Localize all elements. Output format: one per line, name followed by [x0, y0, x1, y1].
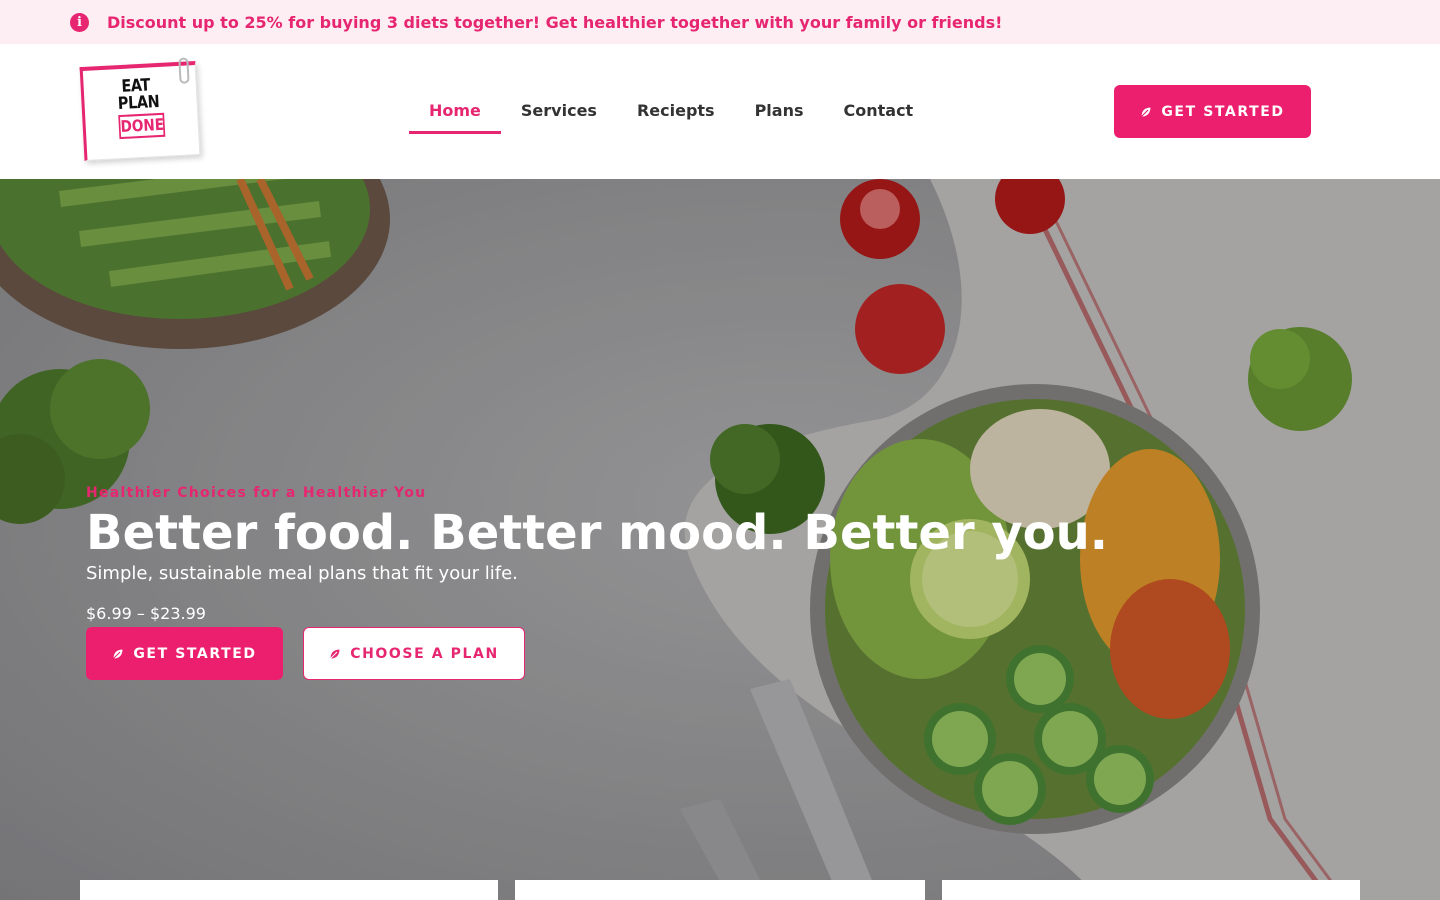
choose-plan-button[interactable]: CHOOSE A PLAN — [303, 627, 525, 680]
hero-price-range: $6.99 – $23.99 — [86, 604, 206, 623]
nav-item-plans[interactable]: Plans — [735, 89, 824, 134]
nav-item-home[interactable]: Home — [409, 89, 501, 134]
announcement-bar: i Discount up to 25% for buying 3 diets … — [0, 0, 1440, 44]
nav-item-reciepts[interactable]: Reciepts — [617, 89, 735, 134]
header-get-started-label: GET STARTED — [1161, 103, 1285, 120]
hero-section: Healthier Choices for a Healthier You Be… — [0, 179, 1440, 900]
hero-subline: Simple, sustainable meal plans that fit … — [86, 563, 518, 584]
hero-get-started-label: GET STARTED — [133, 645, 257, 662]
nav-item-contact[interactable]: Contact — [824, 89, 934, 134]
nav-item-services[interactable]: Services — [501, 89, 617, 134]
leaf-icon — [112, 647, 124, 659]
choose-plan-label: CHOOSE A PLAN — [350, 645, 499, 662]
feature-card — [942, 880, 1360, 900]
hero-content: Healthier Choices for a Healthier You Be… — [86, 485, 1108, 680]
logo-line-done: DONE — [118, 112, 166, 140]
hero-get-started-button[interactable]: GET STARTED — [86, 627, 283, 680]
hero-headline: Better food. Better mood. Better you. — [86, 505, 1108, 561]
header-get-started-button[interactable]: GET STARTED — [1114, 85, 1311, 138]
feature-card — [80, 880, 498, 900]
info-icon: i — [70, 12, 89, 32]
leaf-icon — [1140, 105, 1152, 117]
leaf-icon — [329, 647, 341, 659]
feature-card — [515, 880, 925, 900]
hero-buttons: GET STARTED CHOOSE A PLAN — [86, 627, 1108, 680]
announcement-text: Discount up to 25% for buying 3 diets to… — [107, 12, 1003, 32]
site-header: EAT PLAN DONE Home Services Reciepts Pla… — [0, 44, 1440, 179]
hero-eyebrow: Healthier Choices for a Healthier You — [86, 485, 427, 501]
logo[interactable]: EAT PLAN DONE — [79, 57, 201, 161]
main-nav: Home Services Reciepts Plans Contact — [409, 89, 933, 134]
